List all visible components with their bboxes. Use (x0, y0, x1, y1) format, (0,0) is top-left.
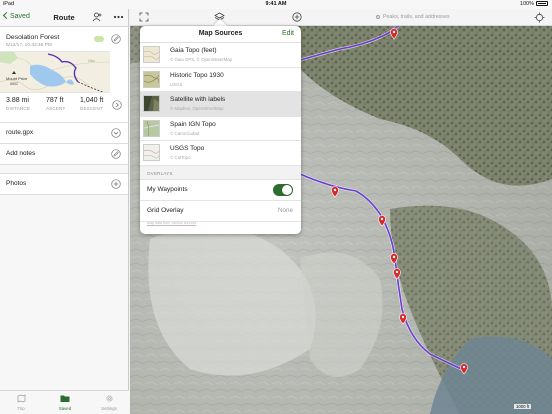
overlays-header: OVERLAYS (147, 170, 173, 176)
source-thumbnail (143, 144, 160, 161)
fullscreen-icon[interactable] (139, 12, 149, 24)
gear-icon (105, 395, 113, 402)
source-gaia-topo[interactable]: Gaia Topo (feet) © Gaia GPS, © OpenStree… (140, 43, 301, 68)
search-icon (376, 14, 380, 19)
gpx-file-label: route.gpx (6, 129, 34, 136)
track-stats: 3.88 mi DISTANCE 787 ft ASCENT 1,040 ft DES… (6, 97, 126, 119)
source-attribution: © Mapbox, OpenStreetMap (170, 106, 224, 111)
section-spacer (0, 165, 128, 174)
source-thumbnail (143, 46, 160, 63)
add-notes-row[interactable]: Add notes (0, 144, 128, 165)
source-historic-topo[interactable]: Historic Topo 1930 USGS (140, 68, 301, 92)
add-icon[interactable] (292, 12, 302, 24)
waypoints-toggle[interactable] (273, 183, 293, 196)
source-name: Historic Topo 1930 (170, 71, 224, 79)
map-icon (17, 394, 25, 403)
source-attribution: USGS (170, 81, 183, 87)
source-attribution: © CartoCiudad (170, 130, 200, 136)
map-toolbar: Peaks, trails, and addresses (130, 9, 552, 26)
route-pane: Saved Route Desolation Forest 5/12/17, 1… (0, 9, 129, 414)
battery-indicator: 100% (520, 1, 548, 7)
route-thumbnail-map[interactable]: Mount Price 8852 Gilm (0, 51, 110, 93)
add-photo-icon[interactable] (111, 179, 121, 191)
status-bar: iPad 9:41 AM 100% (0, 0, 552, 9)
ascent-stat: 787 ft ASCENT (46, 97, 65, 111)
pencil-icon[interactable] (111, 149, 121, 161)
scale-bar: 1000 ft (514, 404, 532, 409)
grid-overlay-label: Grid Overlay (147, 206, 184, 214)
tab-bar: Trip Saved Settings (0, 390, 129, 414)
svg-text:8852: 8852 (10, 82, 18, 86)
gpx-file-row[interactable]: route.gpx (0, 123, 128, 144)
source-thumbnail (143, 70, 160, 88)
source-thumbnail (143, 95, 160, 112)
distance-label: DISTANCE (6, 106, 31, 111)
folder-icon (60, 395, 70, 402)
grid-overlay-value: None (277, 206, 293, 214)
source-name: Spain IGN Topo (170, 120, 216, 128)
tab-saved-label: Saved (58, 406, 72, 411)
source-name: Gaia Topo (feet) (170, 47, 217, 54)
photos-label: Photos (6, 180, 27, 187)
popover-title: Map Sources (198, 30, 243, 37)
page-title: Route (53, 13, 75, 22)
ascent-value: 787 ft (46, 97, 64, 104)
map-sources-popover: Map Sources Edit Gaia Topo (feet) © Gaia… (140, 26, 301, 234)
tab-saved[interactable]: Saved (50, 394, 80, 411)
waypoints-label: My Waypoints (147, 185, 188, 193)
tab-settings[interactable]: Settings (94, 394, 124, 411)
svg-text:Mount Price: Mount Price (6, 76, 28, 81)
visibility-toggle[interactable] (94, 36, 104, 42)
overlays-section-header: OVERLAYS (140, 165, 301, 180)
source-satellite-labels[interactable]: Satellite with labels © Mapbox, OpenStre… (140, 92, 301, 117)
source-name: Satellite with labels (170, 96, 226, 103)
route-nav-bar: Saved Route (0, 9, 128, 27)
map-data-link[interactable]: Map data from various sources (147, 221, 196, 225)
ascent-label: ASCENT (46, 106, 66, 111)
photos-row[interactable]: Photos (0, 174, 128, 195)
add-notes-label: Add notes (6, 150, 36, 157)
descent-value: 1,040 ft (80, 97, 104, 104)
track-card: Desolation Forest 5/12/17, 10:43:46 PM M… (0, 27, 128, 123)
more-options-icon[interactable] (113, 12, 124, 24)
source-thumbnail (143, 119, 160, 137)
track-date: 5/12/17, 10:43:46 PM (6, 43, 52, 48)
source-usgs-topo[interactable]: USGS Topo © CalTopo (140, 141, 301, 166)
tab-trip[interactable]: Trip (6, 394, 36, 411)
distance-value: 3.88 mi (6, 97, 29, 104)
edit-icon[interactable] (111, 34, 121, 46)
search-input[interactable]: Peaks, trails, and addresses (376, 12, 526, 23)
svg-text:Gilm: Gilm (88, 59, 95, 63)
share-person-icon[interactable] (92, 12, 102, 24)
source-name: USGS Topo (170, 145, 205, 152)
descent-stat: 1,040 ft DESCENT (80, 97, 103, 111)
source-spain-ign[interactable]: Spain IGN Topo © CartoCiudad (140, 117, 301, 141)
popover-header: Map Sources Edit (140, 26, 301, 43)
distance-stat: 3.88 mi DISTANCE (6, 97, 30, 111)
search-placeholder: Peaks, trails, and addresses (383, 14, 450, 20)
chevron-right-icon[interactable] (112, 100, 122, 112)
locate-icon[interactable] (534, 12, 545, 25)
clock: 9:41 AM (265, 1, 287, 7)
descent-label: DESCENT (80, 106, 103, 111)
waypoints-row: My Waypoints (140, 180, 301, 201)
track-name: Desolation Forest (6, 34, 60, 41)
grid-overlay-row[interactable]: Grid Overlay None (140, 201, 301, 222)
edit-button[interactable]: Edit (282, 30, 294, 37)
source-attribution: © CalTopo (170, 155, 191, 160)
chevron-down-icon[interactable] (111, 128, 121, 140)
battery-icon (536, 1, 548, 6)
tab-trip-label: Trip (17, 406, 25, 411)
source-attribution: © Gaia GPS, © OpenStreetMap (170, 57, 233, 62)
tab-settings-label: Settings (101, 406, 117, 411)
battery-percent: 100% (519, 1, 534, 7)
